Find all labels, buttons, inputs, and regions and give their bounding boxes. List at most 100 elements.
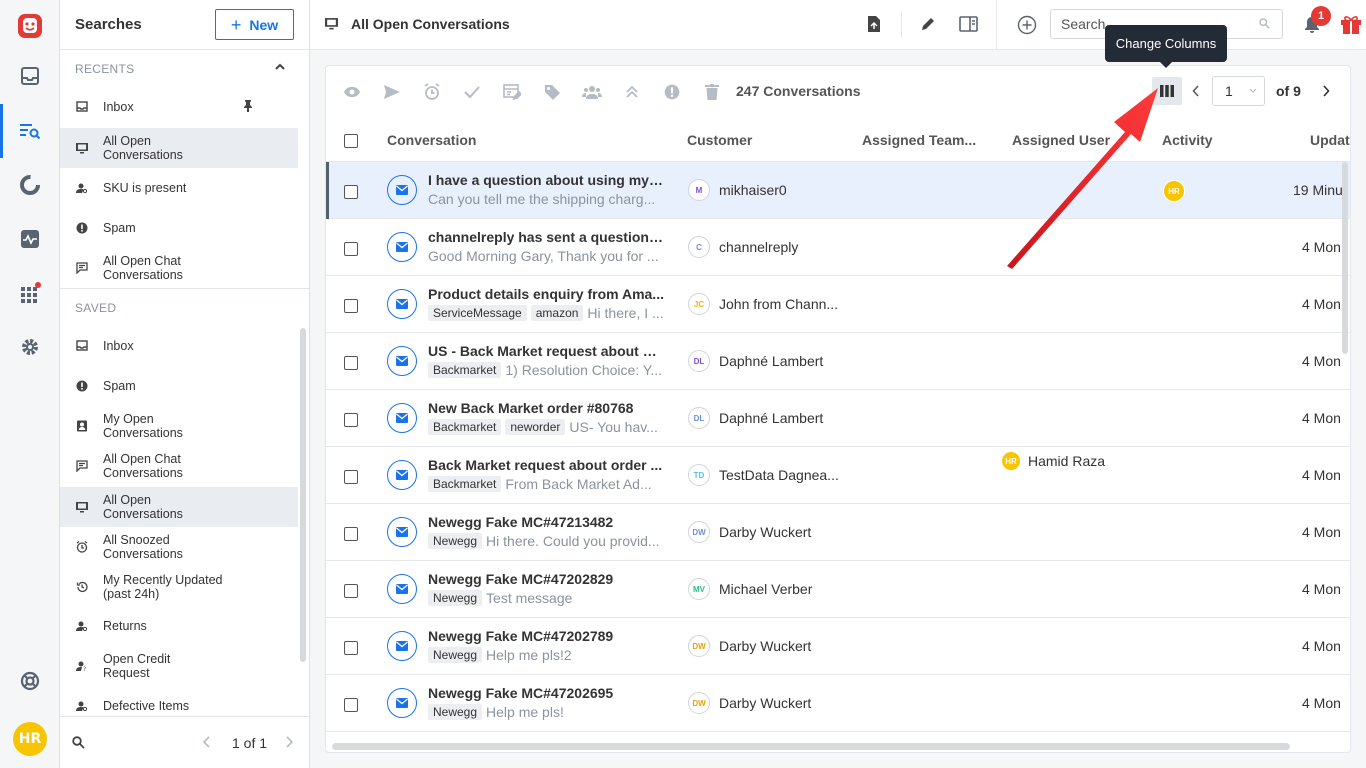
table-row[interactable]: Newegg Fake MC#47202789 Newegg Help me pls… [326,618,1350,675]
customer-name[interactable]: mikhaiser0 [719,182,844,198]
header-activity[interactable]: Activity [1162,132,1213,148]
customer-name[interactable]: channelreply [719,239,844,255]
row-checkbox[interactable] [344,185,358,199]
row-checkbox[interactable] [344,299,358,313]
tag-badge[interactable]: neworder [505,419,566,435]
trash-icon[interactable] [702,82,722,102]
user-avatar[interactable]: HR [13,722,47,756]
assign-users-icon[interactable] [582,82,602,102]
saved-item-my-recently-updated[interactable]: My Recently Updated (past 24h) [60,567,298,607]
next-page-icon[interactable] [284,736,294,748]
table-row[interactable]: Newegg Fake MC#47213482 Newegg Hi there. C… [326,504,1350,561]
header-conversation[interactable]: Conversation [387,132,476,148]
row-checkbox[interactable] [344,584,358,598]
customer-name[interactable]: Darby Wuckert [719,638,844,654]
tag-icon[interactable] [542,82,562,102]
add-circle-icon[interactable] [1017,15,1037,35]
select-all-checkbox[interactable] [344,134,358,148]
customer-name[interactable]: Darby Wuckert [719,524,844,540]
conversation-subject[interactable]: Newegg Fake MC#47202695 [428,685,664,701]
conversation-subject[interactable]: Back Market request about order ... [428,457,664,473]
tag-badge[interactable]: Newegg [428,647,483,663]
conversation-subject[interactable]: Product details enquiry from Ama... [428,286,664,302]
export-icon[interactable] [867,15,881,33]
search-icon[interactable] [72,736,85,749]
customer-name[interactable]: John from Chann... [719,296,844,312]
check-icon[interactable] [462,82,482,102]
table-row[interactable]: I have a question about using my it... Ca… [326,162,1350,219]
search-icon[interactable] [1259,18,1270,29]
saved-item-all-snoozed-conversations[interactable]: All Snoozed Conversations [60,527,298,567]
new-search-button[interactable]: + New [215,9,294,40]
prev-page-icon[interactable] [1192,85,1200,97]
header-assigned-team[interactable]: Assigned Team... [862,132,976,148]
table-row[interactable]: channelreply has sent a question ... Good… [326,219,1350,276]
prev-page-icon[interactable] [202,736,212,748]
next-page-icon[interactable] [1322,85,1330,97]
saved-item-inbox[interactable]: Inbox [60,326,298,366]
table-row[interactable]: Back Market request about order ... Backm… [326,447,1350,504]
tag-badge[interactable]: Newegg [428,533,483,549]
row-checkbox[interactable] [344,356,358,370]
chart-icon[interactable] [18,173,42,197]
saved-item-spam[interactable]: Spam [60,366,298,406]
table-horizontal-scrollbar[interactable] [332,743,1290,750]
pencil-icon[interactable] [920,16,936,32]
row-checkbox[interactable] [344,413,358,427]
tag-badge[interactable]: Newegg [428,704,483,720]
row-checkbox[interactable] [344,242,358,256]
table-vertical-scrollbar[interactable] [1342,162,1348,354]
customer-name[interactable]: Daphné Lambert [719,353,844,369]
saved-item-returns[interactable]: Returns [60,606,298,646]
form-edit-icon[interactable] [502,82,522,102]
send-icon[interactable] [382,82,402,102]
saved-item-all-open-chat-conversations[interactable]: All Open Chat Conversations [60,446,298,486]
row-checkbox[interactable] [344,527,358,541]
lifebuoy-icon[interactable] [18,669,42,693]
row-checkbox[interactable] [344,470,358,484]
tag-badge[interactable]: Newegg [428,590,483,606]
conversation-subject[interactable]: Newegg Fake MC#47202789 [428,628,664,644]
customer-name[interactable]: TestData Dagnea... [719,467,844,483]
saved-item-my-open-conversations[interactable]: My Open Conversations [60,406,298,446]
header-updated[interactable]: Updat [1310,132,1350,148]
tag-badge[interactable]: Backmarket [428,362,502,378]
conversation-subject[interactable]: Newegg Fake MC#47213482 [428,514,664,530]
inbox-icon[interactable] [18,64,42,88]
header-assigned-user[interactable]: Assigned User [1012,132,1110,148]
priority-icon[interactable] [622,82,642,102]
pin-icon[interactable] [243,100,253,112]
conversation-subject[interactable]: New Back Market order #80768 [428,400,664,416]
table-row[interactable]: US - Back Market request about or... Back… [326,333,1350,390]
row-checkbox[interactable] [344,698,358,712]
tag-badge[interactable]: amazon [530,305,584,321]
recent-item-sku-is-present[interactable]: SKU is present [60,168,298,208]
recent-item-all-open-conversations[interactable]: All Open Conversations [60,128,298,168]
table-row[interactable]: Newegg Fake MC#47202695 Newegg Help me pls… [326,675,1350,732]
collapse-recents-icon[interactable] [273,60,289,76]
table-row[interactable]: Product details enquiry from Ama... Servi… [326,276,1350,333]
saved-item-open-credit-request[interactable]: ? Open Credit Request [60,646,298,686]
table-row[interactable]: New Back Market order #80768 Backmarket ne… [326,390,1350,447]
tag-badge[interactable]: Backmarket [428,419,502,435]
side-panel-icon[interactable] [959,15,978,33]
conversation-subject[interactable]: US - Back Market request about or... [428,343,664,359]
page-select[interactable]: 1 [1212,76,1265,106]
activity-icon[interactable] [18,227,42,251]
search-list-icon[interactable] [18,119,42,143]
customer-name[interactable]: Michael Verber [719,581,844,597]
tag-badge[interactable]: Backmarket [428,476,502,492]
customer-name[interactable]: Darby Wuckert [719,695,844,711]
apps-icon[interactable] [18,281,42,305]
conversation-subject[interactable]: Newegg Fake MC#47202829 [428,571,664,587]
conversation-subject[interactable]: I have a question about using my it... [428,172,664,188]
eye-icon[interactable] [342,82,362,102]
table-row[interactable]: Newegg Fake MC#47202829 Newegg Test messag… [326,561,1350,618]
recent-item-inbox[interactable]: Inbox [60,87,298,127]
saved-item-all-open-conversations[interactable]: All Open Conversations [60,487,298,527]
customer-name[interactable]: Daphné Lambert [719,410,844,426]
panel-scrollbar[interactable] [300,328,306,662]
change-columns-button[interactable] [1152,77,1182,105]
row-checkbox[interactable] [344,641,358,655]
tag-badge[interactable]: ServiceMessage [428,305,527,321]
